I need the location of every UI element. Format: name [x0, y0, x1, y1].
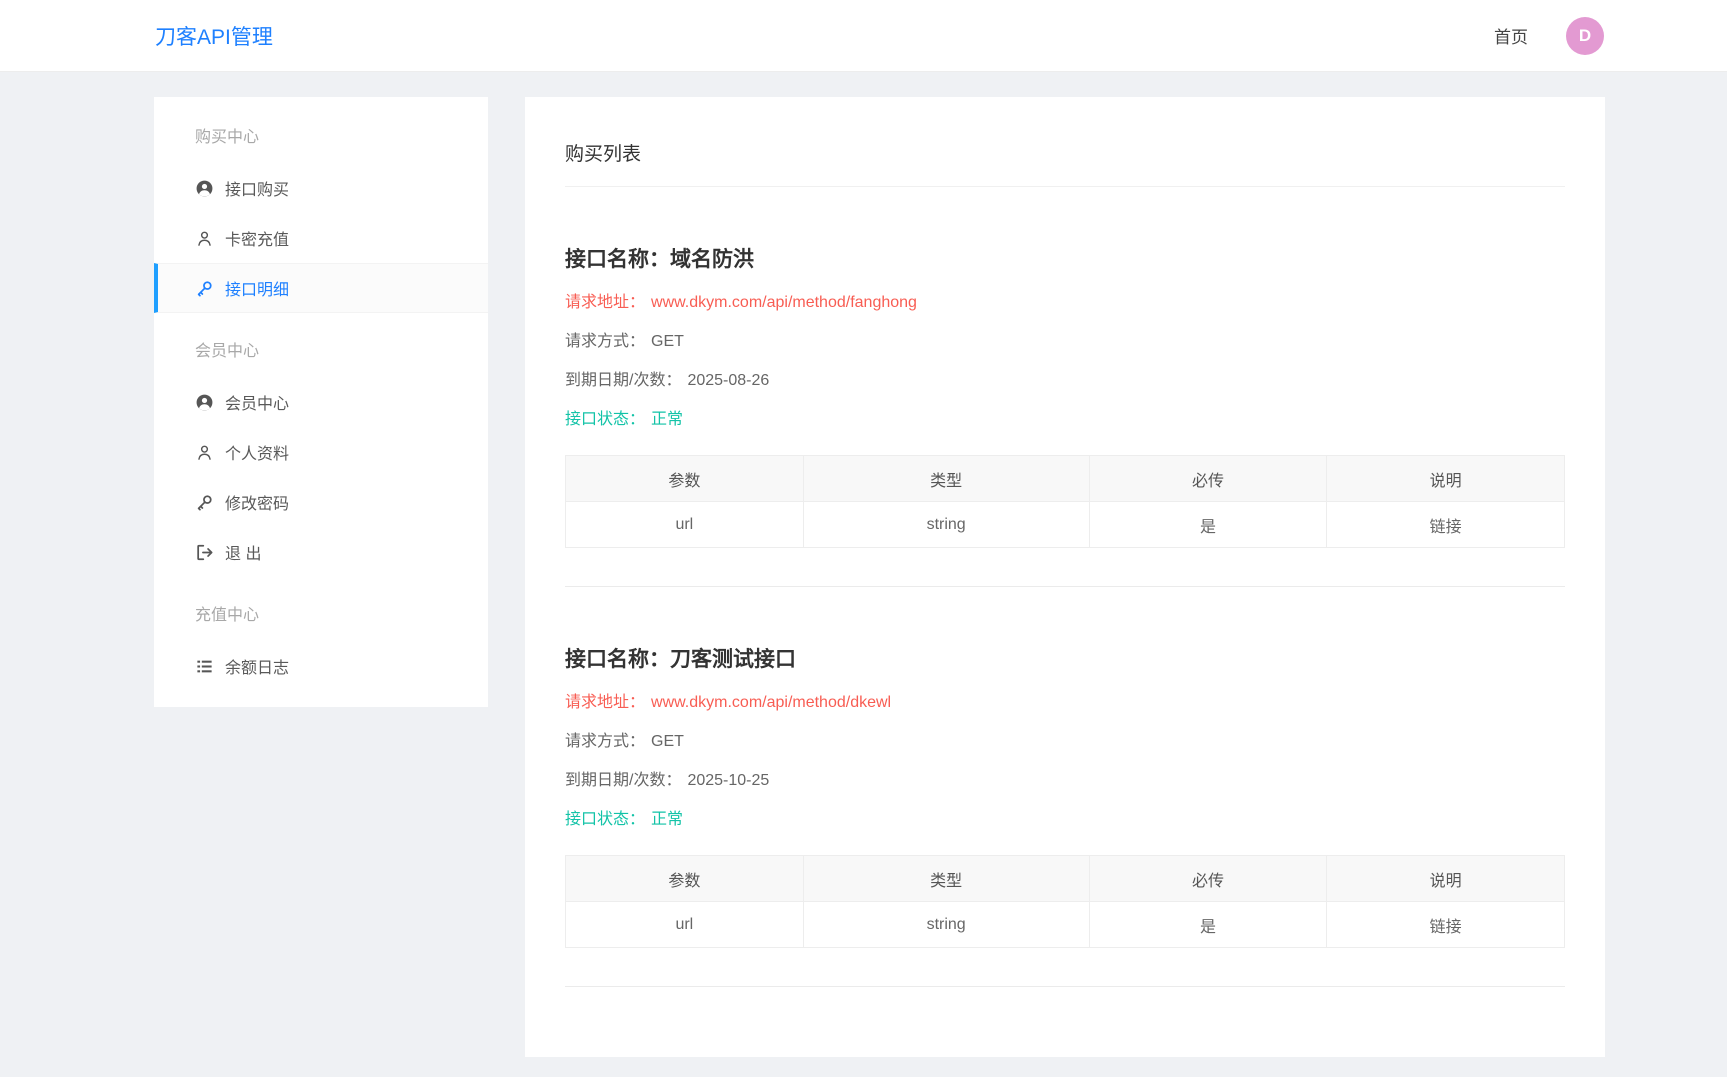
sidebar: 购买中心 接口购买 卡密充值 接口明细 会员中心 会员中心 个人资料 修改密码 … [154, 97, 488, 707]
request-method-line: 请求方式： GET [565, 332, 1565, 351]
expire-label: 到期日期/次数： [565, 372, 682, 389]
sidebar-item-api-detail[interactable]: 接口明细 [154, 263, 488, 313]
divider [565, 186, 1565, 187]
request-url-line: 请求地址： www.dkym.com/api/method/fanghong [565, 293, 1565, 312]
sidebar-section-label: 会员中心 [195, 343, 260, 360]
param-table: 参数 类型 必传 说明 url string 是 链接 [565, 455, 1565, 548]
cell-desc: 链接 [1326, 501, 1565, 548]
key-icon [195, 493, 214, 512]
col-header-param: 参数 [565, 855, 804, 902]
api-name-label: 接口名称： [565, 248, 670, 271]
request-method-value: GET [651, 333, 684, 350]
col-header-required: 必传 [1088, 455, 1328, 502]
sidebar-item-label: 会员中心 [225, 396, 290, 413]
sidebar-item-change-password[interactable]: 修改密码 [154, 477, 488, 527]
api-name-heading: 接口名称：刀客测试接口 [565, 643, 1565, 673]
page-layout: 购买中心 接口购买 卡密充值 接口明细 会员中心 会员中心 个人资料 修改密码 … [0, 97, 1727, 1057]
request-url-value: www.dkym.com/api/method/fanghong [651, 294, 917, 311]
status-label: 接口状态： [565, 411, 646, 428]
param-table: 参数 类型 必传 说明 url string 是 链接 [565, 855, 1565, 948]
request-method-line: 请求方式： GET [565, 732, 1565, 751]
sidebar-item-profile[interactable]: 个人资料 [154, 427, 488, 477]
sidebar-item-label: 修改密码 [225, 496, 290, 513]
sidebar-section-member: 会员中心 会员中心 个人资料 修改密码 退 出 [154, 327, 488, 577]
brand-title[interactable]: 刀客API管理 [155, 21, 273, 51]
sidebar-item-label: 退 出 [225, 546, 262, 563]
status-line: 接口状态： 正常 [565, 810, 1565, 829]
col-header-required: 必传 [1088, 855, 1328, 902]
cell-type: string [802, 501, 1090, 548]
api-name-value: 域名防洪 [670, 248, 754, 271]
request-method-label: 请求方式： [565, 333, 646, 350]
sidebar-item-logout[interactable]: 退 出 [154, 527, 488, 577]
cell-required: 是 [1088, 901, 1328, 948]
sidebar-section-label: 购买中心 [195, 129, 260, 146]
table-row: url string 是 链接 [565, 901, 1565, 948]
page-title: 购买列表 [565, 144, 642, 165]
avatar[interactable]: D [1566, 16, 1604, 55]
api-name-heading: 接口名称：域名防洪 [565, 243, 1565, 273]
sidebar-section-label: 充值中心 [195, 607, 260, 624]
status-value: 正常 [651, 811, 684, 828]
expire-label: 到期日期/次数： [565, 772, 682, 789]
divider [565, 986, 1565, 987]
sidebar-section-recharge: 充值中心 余额日志 [154, 591, 488, 691]
expire-value: 2025-10-25 [687, 772, 770, 789]
sidebar-item-member-center[interactable]: 会员中心 [154, 377, 488, 427]
request-url-label: 请求地址： [565, 694, 646, 711]
request-url-label: 请求地址： [565, 294, 646, 311]
sidebar-item-card-recharge[interactable]: 卡密充值 [154, 213, 488, 263]
col-header-desc: 说明 [1326, 455, 1565, 502]
api-name-value: 刀客测试接口 [670, 648, 796, 671]
sidebar-item-label: 接口购买 [225, 182, 290, 199]
expire-line: 到期日期/次数： 2025-10-25 [565, 771, 1565, 790]
top-bar: 刀客API管理 首页 D [0, 0, 1727, 72]
key-icon [195, 279, 214, 298]
expire-value: 2025-08-26 [687, 372, 770, 389]
api-section-dkewl: 接口名称：刀客测试接口 请求地址： www.dkym.com/api/method… [565, 643, 1565, 987]
api-section-fanghong: 接口名称：域名防洪 请求地址： www.dkym.com/api/method/f… [565, 243, 1565, 587]
col-header-type: 类型 [802, 855, 1090, 902]
sidebar-item-label: 卡密充值 [225, 232, 290, 249]
expire-line: 到期日期/次数： 2025-08-26 [565, 371, 1565, 390]
sidebar-item-label: 个人资料 [225, 446, 290, 463]
list-icon [195, 657, 214, 676]
cell-param: url [565, 501, 804, 548]
sidebar-item-label: 余额日志 [225, 660, 290, 677]
cell-type: string [802, 901, 1090, 948]
user-circle-icon [195, 393, 214, 412]
status-label: 接口状态： [565, 811, 646, 828]
request-url-value: www.dkym.com/api/method/dkewl [651, 694, 892, 711]
user-icon [195, 229, 214, 248]
param-table-header-row: 参数 类型 必传 说明 [565, 855, 1565, 902]
cell-param: url [565, 901, 804, 948]
divider [565, 586, 1565, 587]
cell-required: 是 [1088, 501, 1328, 548]
main-panel: 购买列表 接口名称：域名防洪 请求地址： www.dkym.com/api/met… [525, 97, 1605, 1057]
sign-out-icon [195, 543, 214, 562]
param-table-header-row: 参数 类型 必传 说明 [565, 455, 1565, 502]
topbar-right: 首页 D [1494, 16, 1604, 55]
request-url-line: 请求地址： www.dkym.com/api/method/dkewl [565, 693, 1565, 712]
sidebar-item-api-purchase[interactable]: 接口购买 [154, 163, 488, 213]
nav-home-link[interactable]: 首页 [1494, 23, 1528, 48]
sidebar-item-label: 接口明细 [225, 282, 290, 299]
api-name-label: 接口名称： [565, 648, 670, 671]
table-row: url string 是 链接 [565, 501, 1565, 548]
user-circle-icon [195, 179, 214, 198]
user-icon [195, 443, 214, 462]
cell-desc: 链接 [1326, 901, 1565, 948]
col-header-desc: 说明 [1326, 855, 1565, 902]
col-header-type: 类型 [802, 455, 1090, 502]
col-header-param: 参数 [565, 455, 804, 502]
request-method-value: GET [651, 733, 684, 750]
sidebar-item-balance-log[interactable]: 余额日志 [154, 641, 488, 691]
status-line: 接口状态： 正常 [565, 410, 1565, 429]
request-method-label: 请求方式： [565, 733, 646, 750]
status-value: 正常 [651, 411, 684, 428]
sidebar-section-purchase: 购买中心 接口购买 卡密充值 接口明细 [154, 113, 488, 313]
